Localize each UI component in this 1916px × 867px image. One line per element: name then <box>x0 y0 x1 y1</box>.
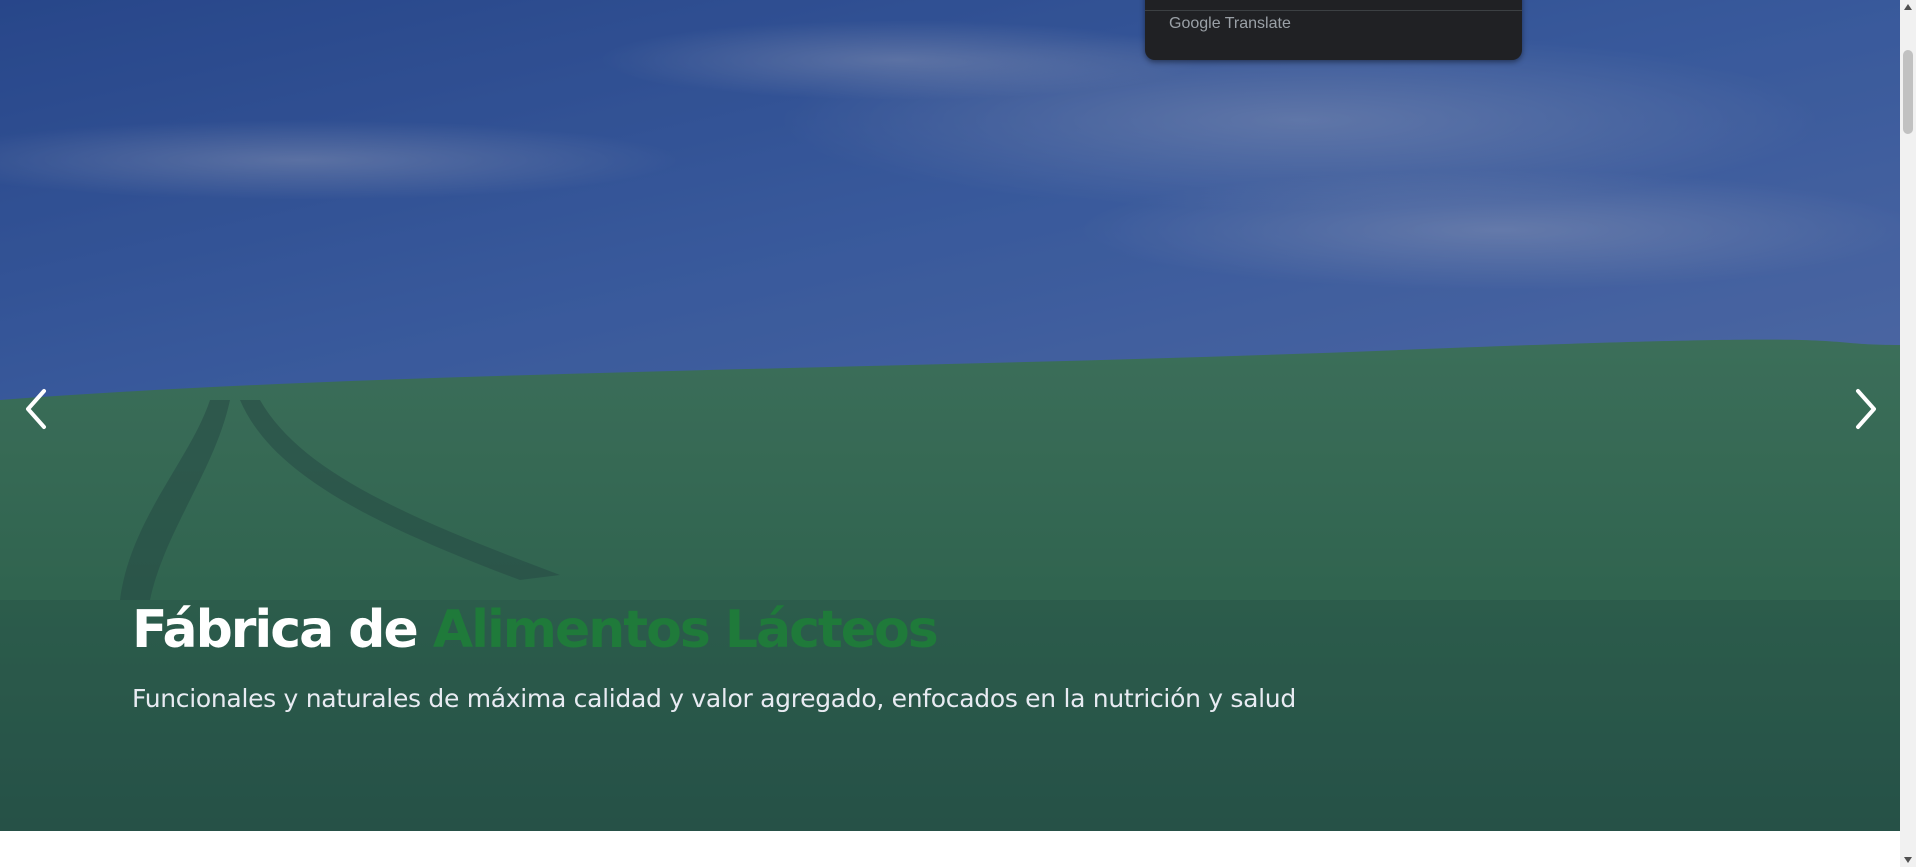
hero-title-accent: Alimentos Lácteos <box>432 600 939 660</box>
google-translate-popup: Google Translate <box>1145 0 1522 60</box>
arrow-up-icon <box>1904 4 1912 10</box>
page-scrollbar[interactable] <box>1900 0 1916 867</box>
hero-subtitle: Funcionales y naturales de máxima calida… <box>132 684 1296 713</box>
scroll-down-button[interactable] <box>1900 853 1916 867</box>
hero-caption: Fábrica de Alimentos Lácteos Funcionales… <box>132 598 1632 716</box>
google-translate-brand[interactable]: Google Translate <box>1169 15 1291 33</box>
carousel-prev-button[interactable] <box>16 384 56 434</box>
hero-title: Fábrica de Alimentos Lácteos <box>132 598 1632 662</box>
chevron-left-icon <box>26 389 46 429</box>
google-brand-text: Google <box>1169 15 1221 32</box>
hero-carousel: Fábrica de Alimentos Lácteos Funcionales… <box>0 0 1900 831</box>
chevron-right-icon <box>1856 389 1876 429</box>
hero-title-plain: Fábrica de <box>132 600 433 660</box>
popup-divider <box>1145 10 1522 11</box>
translate-brand-text: Translate <box>1224 15 1291 32</box>
scrollbar-thumb[interactable] <box>1903 50 1913 134</box>
content-section <box>0 831 1900 867</box>
arrow-down-icon <box>1904 857 1912 863</box>
scroll-up-button[interactable] <box>1900 0 1916 14</box>
page: Fábrica de Alimentos Lácteos Funcionales… <box>0 0 1916 867</box>
carousel-next-button[interactable] <box>1846 384 1886 434</box>
